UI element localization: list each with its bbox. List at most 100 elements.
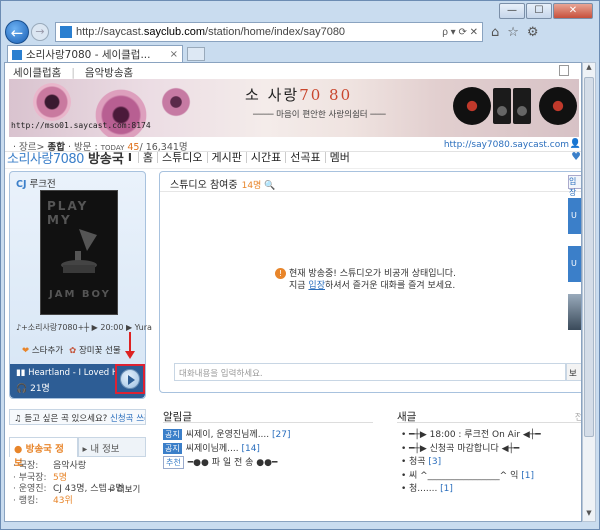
rose-gift-button[interactable]: ✿ 장미꽃 선물	[69, 344, 121, 356]
info-row: · 국장: 음악사랑	[13, 461, 87, 471]
info-tabs: ● 방송국 정보 ▸ 내 정보	[9, 437, 146, 469]
address-bar[interactable]: http://saycast.sayclub.com/station/home/…	[55, 22, 483, 42]
list-item[interactable]: • ━┼▶ 신청곡 마감합니다 ◀┼━	[401, 443, 581, 457]
gramophone-icon	[61, 229, 97, 273]
send-button[interactable]: 보	[566, 363, 581, 381]
menu-members[interactable]: 멤버	[324, 152, 354, 163]
banner-subtitle: ──── 마음이 편안한 사랑의쉼터 ───	[253, 110, 386, 120]
address-tools[interactable]: ρ ▾ ⟳ ✕	[442, 27, 478, 38]
station-info: · 국장: 음악사랑 · 부국장: 5명 · 운영진: CJ 43명, 스텝 3명 ·…	[13, 461, 148, 507]
annotation-arrow-head	[125, 351, 135, 359]
studio-enter-link[interactable]: 입장	[308, 281, 325, 291]
maximize-button[interactable]: ☐	[526, 3, 552, 19]
song-request-bar: ♫ 듣고 싶은 곡 있으세요? 신청곡 쓰러가기 ›	[9, 409, 146, 425]
menu-board[interactable]: 게시판	[206, 152, 246, 163]
tab-my-info[interactable]: ▸ 내 정보	[77, 437, 146, 457]
home-icon[interactable]: ⌂	[491, 25, 499, 40]
song-request-link[interactable]: 신청곡 쓰러가기 ›	[110, 414, 145, 424]
new-posts-title: 새글	[397, 411, 417, 423]
scroll-down-icon[interactable]: ▼	[583, 509, 595, 521]
dj-photo: PLAY MY JAM BOY	[40, 190, 118, 315]
station-name[interactable]: 소리사랑7080	[7, 148, 84, 167]
favicon-icon	[60, 26, 72, 38]
close-button[interactable]: ✕	[553, 3, 593, 19]
play-button-highlight	[115, 364, 145, 394]
list-item[interactable]: 공지 씨제이, 운영진님께.... [27]	[163, 429, 383, 443]
heart-icon: ❤	[22, 346, 30, 356]
station-menu: 소리사랑7080 방송국 I 홈 스튜디오 게시판 시간표 선곡표 멤버 ♥	[5, 147, 581, 169]
minimize-button[interactable]: —	[499, 3, 525, 19]
site-topbar: 세이클럽홈 | 음악방송홈	[5, 63, 581, 79]
page-viewport: 세이클럽홈 | 음악방송홈 소 사랑70 80 ──── 마음이 편안한 사랑의쉼터…	[4, 62, 582, 522]
list-item[interactable]: • ━┼▶ 18:00 : 루크전 On Air ◀┼━	[401, 429, 581, 443]
headphone-icon: 🎧	[16, 384, 28, 394]
sayclub-home-link[interactable]: 세이클럽홈	[13, 67, 61, 79]
favicon-icon	[12, 49, 22, 60]
tab-station-info[interactable]: ● 방송국 정보	[9, 437, 78, 469]
list-item[interactable]: • 청곡 [3]	[401, 456, 581, 470]
speaker-icon	[493, 88, 511, 124]
url-text: http://saycast.sayclub.com/station/home/…	[76, 26, 346, 38]
photo-text-top: PLAY MY	[47, 199, 89, 227]
tab-close-icon[interactable]: ×	[170, 49, 178, 60]
user-thumb[interactable]: U	[568, 246, 581, 282]
menu-schedule[interactable]: 시간표	[245, 152, 285, 163]
studio-count: 14명	[241, 181, 262, 191]
dj-name[interactable]: CJ 루크전	[16, 176, 56, 190]
menu-home[interactable]: 홈	[137, 152, 157, 163]
studio-join-button[interactable]: 입장	[568, 175, 581, 197]
new-posts-list: • ━┼▶ 18:00 : 루크전 On Air ◀┼━ • ━┼▶ 신청곡 마감합…	[401, 429, 581, 497]
notice-title: 알림글	[163, 407, 373, 423]
menu-playlist[interactable]: 선곡표	[285, 152, 324, 163]
checkbox-icon[interactable]	[559, 65, 569, 76]
new-tab-button[interactable]	[187, 47, 205, 61]
list-item[interactable]: 공지 씨제이님께.... [14]	[163, 442, 383, 457]
settings-icon[interactable]: ⚙	[527, 25, 539, 40]
list-item[interactable]: • 씨 ^________________^ 익 [1]	[401, 470, 581, 484]
show-info: ♪+소리사랑7080+┼ ▶ 20:00 ▶ Yura	[16, 323, 152, 332]
record-icon	[453, 87, 491, 125]
info-row: · 부국장: 5명	[13, 472, 68, 483]
studio-title: 스튜디오 참여중	[170, 180, 238, 191]
star-add-button[interactable]: ❤ 스타추가	[22, 344, 63, 356]
listener-count: 21명	[30, 384, 50, 394]
back-button[interactable]: ←	[5, 20, 29, 44]
studio-header: 스튜디오 참여중 14명 🔍	[160, 172, 581, 192]
warning-icon: !	[275, 268, 286, 279]
now-playing-title: Heartland - I Loved He	[28, 368, 124, 378]
play-button[interactable]	[120, 369, 140, 389]
studio-message: ! 현재 방송중! 스튜디오가 비공개 상태입니다. 지금 입장하셔서 즐거운 대…	[275, 268, 456, 292]
window-controls: — ☐ ✕	[499, 3, 593, 19]
gift-icon: ✿	[69, 346, 77, 356]
studio-side-thumbs: U U	[568, 198, 581, 348]
list-item[interactable]: 추천 ━●● 파 일 전 송 ●●━	[163, 456, 383, 471]
search-icon[interactable]: 🔍	[264, 181, 275, 191]
station-suffix: 방송국	[87, 152, 124, 167]
browser-toolbar: ⌂ ☆ ⚙	[491, 25, 539, 40]
vertical-scrollbar[interactable]: ▲ ▼	[582, 62, 596, 522]
favorites-icon[interactable]: ☆	[507, 25, 519, 40]
menu-studio[interactable]: 스튜디오	[157, 152, 206, 163]
banner-stream-url: http://mso01.saycast.com:8174	[11, 121, 151, 130]
dj-actions: ❤ 스타추가 ✿ 장미꽃 선물	[22, 344, 121, 356]
chat-input[interactable]: 대화내용을 입력하세요.	[174, 363, 566, 381]
user-thumb[interactable]: U	[568, 198, 581, 234]
equalizer-icon: ▮▮	[16, 368, 26, 378]
scroll-up-icon[interactable]: ▲	[583, 63, 595, 75]
list-item[interactable]: • 청....... [1]	[401, 483, 581, 497]
user-thumb[interactable]	[568, 294, 581, 330]
forward-button[interactable]: →	[31, 23, 49, 41]
music-home-link[interactable]: 음악방송홈	[85, 67, 133, 79]
banner-title: 소 사랑70 80	[245, 86, 353, 104]
info-more-link[interactable]: + 더보기	[107, 485, 140, 497]
new-posts-more[interactable]: 전	[575, 410, 581, 423]
scroll-thumb[interactable]	[584, 77, 594, 437]
tab-strip: 소리사랑7080 - 세이클럽... ×	[5, 45, 595, 63]
heart-icon[interactable]: ♥	[571, 150, 581, 163]
studio-panel: 스튜디오 참여중 14명 🔍 입장 ! 현재 방송중! 스튜디오가 비공개 상태입니다…	[159, 171, 581, 393]
speaker-icon	[513, 88, 531, 124]
new-posts-header: 새글 전	[397, 407, 581, 423]
tab-active[interactable]: 소리사랑7080 - 세이클럽... ×	[7, 45, 183, 63]
record-icon	[539, 87, 577, 125]
station-banner: 소 사랑70 80 ──── 마음이 편안한 사랑의쉼터 ─── http://…	[9, 79, 579, 137]
